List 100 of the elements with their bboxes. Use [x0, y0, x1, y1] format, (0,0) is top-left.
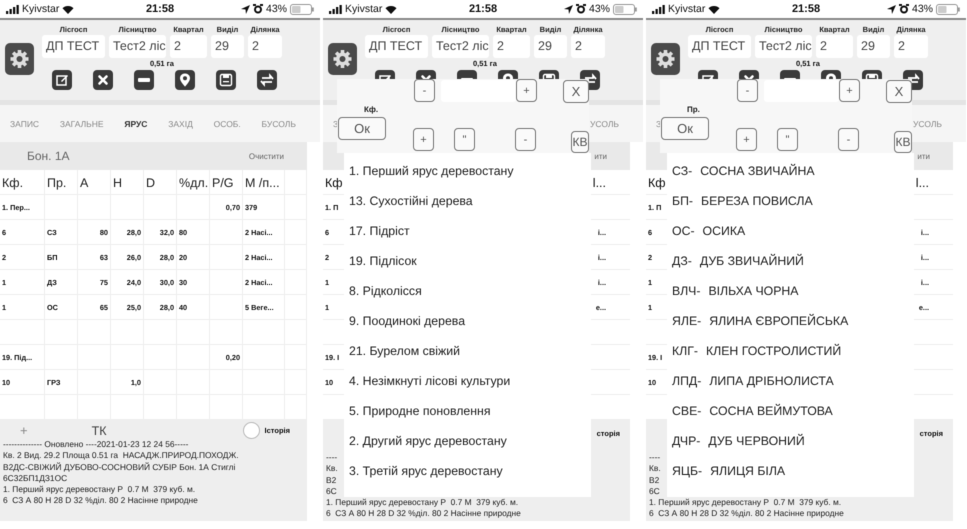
list-item[interactable]: СВЕ- СОСНА ВЕЙМУТОВА: [667, 396, 914, 426]
button[interactable]: +: [413, 128, 434, 151]
input-field[interactable]: 2: [493, 35, 530, 58]
column-header: Кф: [325, 176, 343, 190]
log-line: ----: [649, 452, 660, 464]
input-field[interactable]: 2: [816, 35, 853, 58]
list-item[interactable]: КЛГ- КЛЕН ГОСТРОЛИСТИЙ: [667, 336, 914, 366]
list-item[interactable]: 8. Рідколісся: [344, 276, 591, 306]
wifi-icon: [708, 4, 720, 14]
location-arrow-icon: [241, 4, 250, 14]
settings-icon[interactable]: [651, 43, 680, 75]
close-button[interactable]: X: [563, 80, 589, 103]
list-item[interactable]: БП- БЕРЕЗА ПОВИСЛА: [667, 186, 914, 216]
close-button[interactable]: X: [886, 80, 912, 103]
button[interactable]: +: [516, 79, 537, 102]
battery-icon: [613, 4, 638, 14]
close-icon[interactable]: [93, 70, 113, 90]
button[interactable]: -: [838, 128, 859, 151]
log-line: 6С: [649, 486, 660, 498]
wifi-icon: [62, 4, 74, 14]
list-item[interactable]: 17. Підріст: [344, 216, 591, 246]
list-item[interactable]: ДЗ- ДУБ ЗВИЧАЙНИЙ: [667, 246, 914, 276]
list-item[interactable]: 13. Сухостійні дерева: [344, 186, 591, 216]
column-header: Кф.: [1, 174, 24, 192]
button[interactable]: ": [454, 128, 475, 151]
mode-label: ТК: [92, 424, 107, 438]
alarm-icon: [899, 4, 909, 14]
button[interactable]: -: [414, 79, 435, 102]
column-header: Пр.: [46, 174, 68, 192]
input-field[interactable]: 2: [248, 35, 282, 58]
list-item[interactable]: ВЛЧ- ВІЛЬХА ЧОРНА: [667, 276, 914, 306]
input-field[interactable]: ДП ТЕСТ: [365, 35, 428, 58]
input-field[interactable]: 2: [571, 35, 605, 58]
clock-time: 21:58: [468, 3, 498, 15]
log-line: 1. Перший ярус деревостану Р 0.7 М 379 куб. м.: [649, 497, 842, 508]
column-header: l...: [916, 176, 929, 190]
swap-icon[interactable]: [257, 70, 277, 90]
save-icon[interactable]: [216, 70, 236, 90]
list-item[interactable]: 3. Третій ярус деревостану: [344, 456, 591, 486]
log-line: Кв.: [326, 463, 338, 475]
log-line: В2: [326, 474, 336, 486]
input-field[interactable]: Тест2 ліс: [432, 35, 489, 58]
list-item[interactable]: 2. Другий ярус деревостану: [344, 426, 591, 456]
edit-icon[interactable]: [52, 70, 72, 90]
button[interactable]: КВ: [571, 131, 589, 153]
alarm-icon: [253, 4, 263, 14]
log-line: 6 СЗ А 80 Н 28 D 32 %діл. 80 2 Насінне природне: [3, 495, 198, 507]
log-line: Кв.: [649, 463, 661, 475]
input-field[interactable]: 29: [211, 35, 244, 58]
log-line: 6 СЗ А 80 Н 28 D 32 %діл. 80 2 Насінне природне: [326, 508, 521, 520]
clear-link[interactable]: ити: [594, 152, 607, 160]
list-item[interactable]: ОС- ОСИКА: [667, 216, 914, 246]
button[interactable]: +: [839, 79, 860, 102]
column-header: l...: [592, 176, 606, 190]
column-header: D: [145, 174, 156, 192]
input-field[interactable]: 2: [170, 35, 207, 58]
settings-icon[interactable]: [5, 43, 34, 75]
column-header: Кф: [648, 176, 666, 190]
input-field[interactable]: Тест2 ліс: [755, 35, 812, 58]
list-item[interactable]: ЯЦБ- ЯЛИЦЯ БІЛА: [667, 456, 914, 486]
settings-icon[interactable]: [328, 43, 357, 75]
input-field[interactable]: [764, 80, 839, 102]
tab[interactable]: ЯРУС: [124, 118, 148, 128]
log-line: Кв. 2 Вид. 29.2 Площа 0.51 га НАСАДЖ.ПРИРОД.ПОХОДЖ.: [3, 450, 239, 462]
log-line: -------------- Оновлено ----2021-01-23 12 24 56-----: [3, 439, 188, 450]
list-item[interactable]: 9. Поодинокі дерева: [344, 306, 591, 336]
input-field[interactable]: ДП ТЕСТ: [42, 35, 105, 58]
column-header: A: [79, 174, 90, 192]
input-field[interactable]: [441, 80, 516, 102]
list-item[interactable]: ДЧР- ДУБ ЧЕРВОНИЙ: [667, 426, 914, 456]
input-field[interactable]: Тест2 ліс: [109, 35, 166, 58]
input-field[interactable]: 29: [857, 35, 890, 58]
list-item[interactable]: 5. Природне поновлення: [344, 396, 591, 426]
log-line: 6С: [326, 486, 337, 498]
button[interactable]: -: [737, 79, 758, 102]
field-label: Кф.: [364, 105, 378, 114]
list-item[interactable]: 1. Перший ярус деревостану: [344, 156, 591, 186]
button[interactable]: -: [515, 128, 536, 151]
input-field[interactable]: ДП ТЕСТ: [688, 35, 751, 58]
list-item[interactable]: 19. Підлісок: [344, 246, 591, 276]
minus-icon[interactable]: [134, 70, 154, 90]
column-header: P/G: [211, 174, 235, 192]
clear-link[interactable]: Очистити: [248, 152, 284, 160]
list-item[interactable]: ЯЛЕ- ЯЛИНА ЄВРОПЕЙСЬКА: [667, 306, 914, 336]
button[interactable]: ": [777, 128, 798, 151]
input-field[interactable]: 29: [534, 35, 567, 58]
button[interactable]: +: [736, 128, 757, 151]
radio-button[interactable]: [242, 422, 260, 439]
location-pin-icon[interactable]: [175, 70, 195, 90]
list-item[interactable]: 21. Бурелом свіжий: [344, 336, 591, 366]
battery-percent: 43%: [589, 3, 610, 15]
list-item[interactable]: ЛПД- ЛИПА ДРІБНОЛИСТА: [667, 366, 914, 396]
ok-button[interactable]: Ок: [661, 117, 709, 140]
button[interactable]: КВ: [894, 131, 912, 153]
list-item[interactable]: 4. Незімкнуті лісові культури: [344, 366, 591, 396]
input-field[interactable]: 2: [894, 35, 928, 58]
carrier-name: Kyivstar: [668, 3, 706, 15]
clear-link[interactable]: ити: [917, 152, 930, 160]
ok-button[interactable]: Ок: [338, 117, 386, 140]
list-item[interactable]: СЗ- СОСНА ЗВИЧАЙНА: [667, 156, 914, 186]
